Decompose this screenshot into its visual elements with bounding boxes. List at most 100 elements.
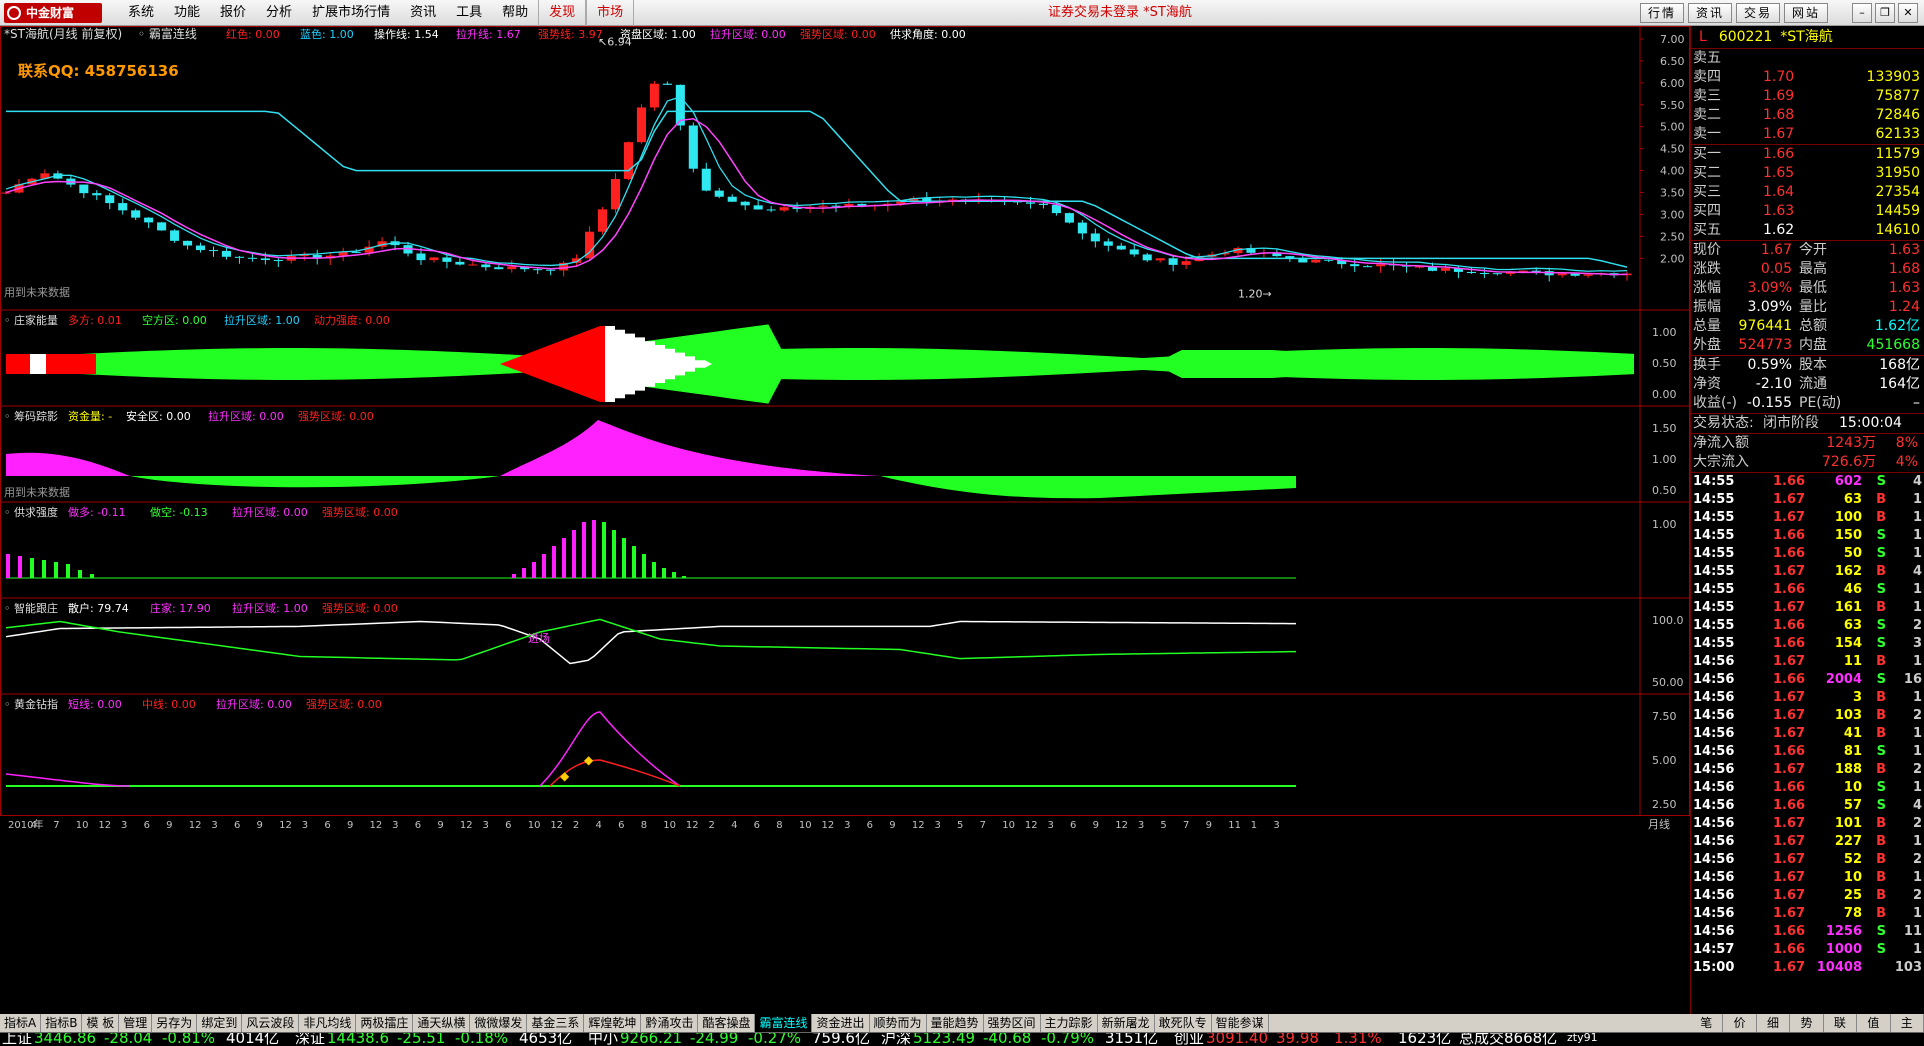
indicator-tab-15[interactable]: 霸富连线 xyxy=(755,1014,813,1032)
orderbook-row[interactable]: 卖四 1.70 133903 xyxy=(1691,68,1924,87)
orderbook-row[interactable]: 买二 1.65 31950 xyxy=(1691,164,1924,183)
menu-item-6[interactable]: 工具 xyxy=(446,0,492,26)
restore-icon[interactable]: ❐ xyxy=(1875,3,1895,23)
orderbook-row[interactable]: 买三 1.64 27354 xyxy=(1691,183,1924,202)
tick-row[interactable]: 14:55 1.66 150 S 1 xyxy=(1691,527,1924,545)
index-name[interactable]: 沪深 xyxy=(881,1033,911,1046)
tick-volume: 3 xyxy=(1852,690,1862,705)
title-button-0[interactable]: 行情 xyxy=(1640,3,1684,23)
orderbook-row[interactable]: 买五 1.62 14610 xyxy=(1691,221,1924,240)
detail-tab-5[interactable]: 值 xyxy=(1857,1014,1891,1032)
tick-row[interactable]: 14:56 1.67 3 B 1 xyxy=(1691,689,1924,707)
orderbook-row[interactable]: 卖一 1.67 62133 xyxy=(1691,125,1924,144)
tick-row[interactable]: 14:55 1.67 100 B 1 xyxy=(1691,509,1924,527)
tick-row[interactable]: 14:56 1.66 57 S 4 xyxy=(1691,797,1924,815)
tick-row[interactable]: 14:56 1.67 103 B 2 xyxy=(1691,707,1924,725)
chip-green-area-2 xyxy=(880,476,1296,499)
indicator-tab-1[interactable]: 指标B xyxy=(41,1014,83,1032)
indicator-tab-2[interactable]: 模 板 xyxy=(82,1014,120,1032)
menu-item-4[interactable]: 扩展市场行情 xyxy=(302,0,400,26)
menu-item-7[interactable]: 帮助 xyxy=(492,0,538,26)
menu-item-9[interactable]: 市场 xyxy=(586,0,635,26)
candle-body xyxy=(118,203,128,211)
tick-row[interactable]: 14:56 1.67 10 B 1 xyxy=(1691,869,1924,887)
indicator-tab-23[interactable]: 智能参谋 xyxy=(1212,1014,1269,1032)
indicator-tab-7[interactable]: 非凡均线 xyxy=(299,1014,357,1032)
tick-row[interactable]: 14:55 1.66 602 S 4 xyxy=(1691,473,1924,491)
indicator-tab-13[interactable]: 黔涌攻击 xyxy=(641,1014,699,1032)
indicator-tab-3[interactable]: 管理 xyxy=(119,1014,153,1032)
menu-item-0[interactable]: 系统 xyxy=(118,0,164,26)
tick-row[interactable]: 14:55 1.66 46 S 1 xyxy=(1691,581,1924,599)
tick-row[interactable]: 14:56 1.67 41 B 1 xyxy=(1691,725,1924,743)
indicator-tab-14[interactable]: 酷客操盘 xyxy=(698,1014,756,1032)
menu-item-1[interactable]: 功能 xyxy=(164,0,210,26)
tick-row[interactable]: 14:55 1.66 50 S 1 xyxy=(1691,545,1924,563)
x-axis: 2010年4 7 10 12 3 6 9 12 3 6 9 12 3 6 9 12 3 6 9 12 3 6 10 12 2 4 6… xyxy=(0,816,1690,831)
tick-list[interactable]: 14:55 1.66 602 S 4 14:55 1.67 63 B 1 14:55 1.67 100 B… xyxy=(1691,473,1924,977)
detail-tab-4[interactable]: 联 xyxy=(1824,1014,1858,1032)
tick-row[interactable]: 14:56 1.67 227 B 1 xyxy=(1691,833,1924,851)
tick-row[interactable]: 14:56 1.66 10 S 1 xyxy=(1691,779,1924,797)
indicator-tab-20[interactable]: 主力踪影 xyxy=(1041,1014,1098,1032)
index-name[interactable]: 深证 xyxy=(295,1033,325,1046)
orderbook-row[interactable]: 买一 1.66 11579 xyxy=(1691,145,1924,164)
indicator-tab-0[interactable]: 指标A xyxy=(0,1014,42,1032)
indicator-tab-12[interactable]: 辉煌乾坤 xyxy=(584,1014,642,1032)
indicator-tab-21[interactable]: 新新屠龙 xyxy=(1098,1014,1155,1032)
indicator-tab-10[interactable]: 微微爆发 xyxy=(470,1014,528,1032)
tick-row[interactable]: 14:56 1.66 1256 S 11 xyxy=(1691,923,1924,941)
orderbook-row[interactable]: 卖三 1.69 75877 xyxy=(1691,87,1924,106)
title-button-1[interactable]: 资讯 xyxy=(1688,3,1732,23)
title-button-2[interactable]: 交易 xyxy=(1736,3,1780,23)
indicator-tab-17[interactable]: 顺势而为 xyxy=(870,1014,927,1032)
tick-row[interactable]: 15:00 1.67 10408 103 xyxy=(1691,959,1924,977)
detail-tab-2[interactable]: 细 xyxy=(1757,1014,1791,1032)
tick-row[interactable]: 14:56 1.66 81 S 1 xyxy=(1691,743,1924,761)
tick-row[interactable]: 14:56 1.67 11 B 1 xyxy=(1691,653,1924,671)
index-name[interactable]: 上证 xyxy=(2,1033,32,1046)
detail-tab-0[interactable]: 笔 xyxy=(1690,1014,1724,1032)
tick-price: 1.67 xyxy=(1773,690,1806,705)
tick-count: 1 xyxy=(1912,744,1922,759)
title-button-3[interactable]: 网站 xyxy=(1784,3,1828,23)
orderbook-row[interactable]: 买四 1.63 14459 xyxy=(1691,202,1924,221)
tick-row[interactable]: 14:56 1.67 25 B 2 xyxy=(1691,887,1924,905)
tick-row[interactable]: 14:56 1.67 188 B 2 xyxy=(1691,761,1924,779)
menu-item-3[interactable]: 分析 xyxy=(256,0,302,26)
tick-row[interactable]: 14:55 1.66 63 S 2 xyxy=(1691,617,1924,635)
orderbook-row[interactable]: 卖五 xyxy=(1691,49,1924,68)
tick-row[interactable]: 14:55 1.67 162 B 4 xyxy=(1691,563,1924,581)
menu-item-2[interactable]: 报价 xyxy=(210,0,256,26)
index-name[interactable]: 创业 xyxy=(1174,1033,1204,1046)
minimize-icon[interactable]: – xyxy=(1852,3,1872,23)
indicator-tab-19[interactable]: 强势区间 xyxy=(984,1014,1041,1032)
tick-row[interactable]: 14:57 1.66 1000 S 1 xyxy=(1691,941,1924,959)
indicator-tab-11[interactable]: 基金三系 xyxy=(527,1014,585,1032)
indicator-tab-18[interactable]: 量能趋势 xyxy=(927,1014,984,1032)
menu-item-8[interactable]: 发现 xyxy=(538,0,587,26)
stat-value: 168亿 xyxy=(1879,357,1920,373)
tick-row[interactable]: 14:56 1.67 78 B 1 xyxy=(1691,905,1924,923)
indicator-tab-8[interactable]: 两极擂庄 xyxy=(356,1014,414,1032)
tick-row[interactable]: 14:55 1.67 161 B 1 xyxy=(1691,599,1924,617)
detail-tab-1[interactable]: 价 xyxy=(1723,1014,1757,1032)
tick-row[interactable]: 14:56 1.67 52 B 2 xyxy=(1691,851,1924,869)
indicator-tab-4[interactable]: 另存为 xyxy=(152,1014,198,1032)
indicator-tab-22[interactable]: 敢死队专 xyxy=(1155,1014,1212,1032)
indicator-tab-5[interactable]: 绑定到 xyxy=(197,1014,243,1032)
indicator-tab-9[interactable]: 通天纵横 xyxy=(413,1014,471,1032)
indicator-tab-16[interactable]: 资金进出 xyxy=(812,1014,870,1032)
detail-tab-3[interactable]: 势 xyxy=(1790,1014,1824,1032)
close-icon[interactable]: ✕ xyxy=(1898,3,1918,23)
indicator-tab-6[interactable]: 风云波段 xyxy=(242,1014,300,1032)
tick-row[interactable]: 14:55 1.66 154 S 3 xyxy=(1691,635,1924,653)
tick-row[interactable]: 14:56 1.66 2004 S 16 xyxy=(1691,671,1924,689)
tick-row[interactable]: 14:55 1.67 63 B 1 xyxy=(1691,491,1924,509)
detail-tab-6[interactable]: 主 xyxy=(1891,1014,1924,1032)
tick-row[interactable]: 14:56 1.67 101 B 2 xyxy=(1691,815,1924,833)
index-name[interactable]: 中小 xyxy=(588,1033,618,1046)
chart-area[interactable]: *ST海航(月线 前复权) ◦ 霸富连线 红色: 0.00 蓝色: 1.00 操作线: … xyxy=(0,26,1690,1014)
menu-item-5[interactable]: 资讯 xyxy=(400,0,446,26)
orderbook-row[interactable]: 卖二 1.68 72846 xyxy=(1691,106,1924,125)
